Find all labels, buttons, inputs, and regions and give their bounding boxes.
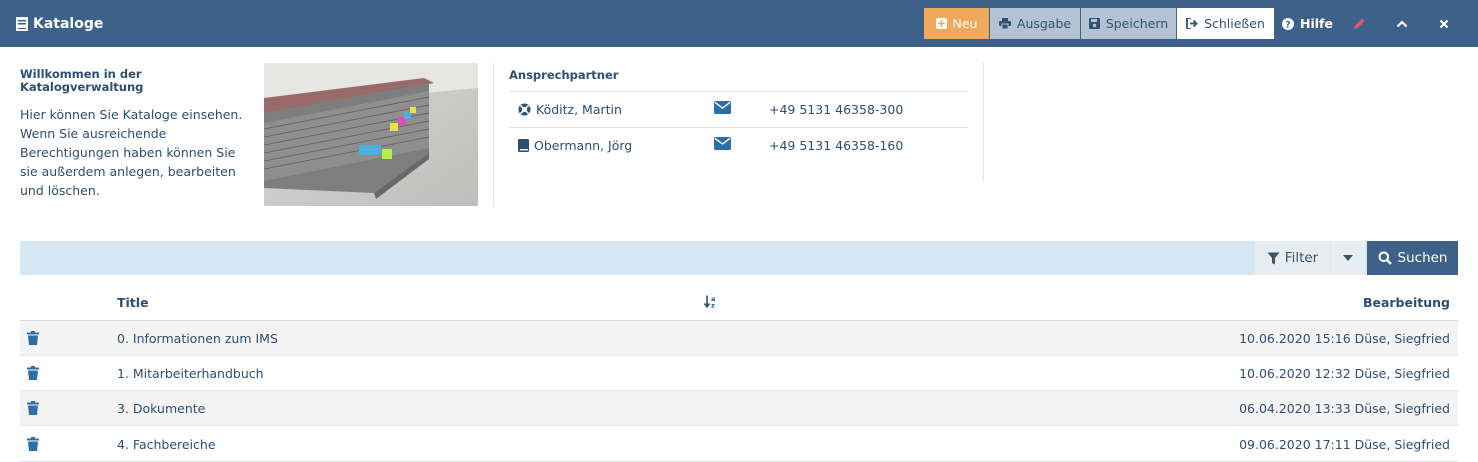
section-divider (493, 63, 494, 207)
new-button[interactable]: Neu (924, 8, 989, 39)
contact-phone: +49 5131 46358-300 (769, 102, 904, 117)
svg-text:z: z (711, 302, 715, 309)
delete-button[interactable] (27, 331, 39, 349)
column-header-edited[interactable]: Bearbeitung (1363, 295, 1450, 310)
row-edited: 06.04.2020 13:33 Düse, Siegfried (1239, 401, 1450, 416)
contact-row: Köditz, Martin +49 5131 46358-300 (509, 91, 968, 126)
mail-button[interactable] (714, 137, 731, 154)
intro-text: Hier können Sie Kataloge einsehen. Wenn … (20, 107, 243, 198)
app-title: Kataloge (16, 0, 103, 47)
close-button[interactable] (1432, 8, 1456, 39)
catalog-stack-image (264, 63, 478, 206)
search-button-label: Suchen (1397, 250, 1448, 266)
filter-button-label: Filter (1284, 250, 1319, 266)
envelope-icon (714, 137, 731, 150)
question-circle-icon: ? (1282, 17, 1295, 30)
row-title[interactable]: 4. Fachbereiche (117, 427, 216, 462)
pencil-icon (1353, 18, 1364, 29)
chevron-up-icon (1396, 19, 1408, 27)
close-icon (1439, 19, 1449, 28)
table-row[interactable]: 4. Fachbereiche 09.06.2020 17:11 Düse, S… (20, 427, 1458, 462)
row-title[interactable]: 1. Mitarbeiterhandbuch (117, 356, 264, 391)
lifebuoy-icon (518, 103, 531, 116)
contact-name: Obermann, Jörg (518, 128, 632, 163)
save-button-label: Speichern (1105, 16, 1169, 31)
sort-toggle[interactable]: az (703, 295, 718, 312)
header-bar: Kataloge Neu Ausgabe Speichern Schließen… (0, 0, 1478, 47)
search-button[interactable]: Suchen (1367, 241, 1458, 275)
contacts-title: Ansprechpartner (509, 68, 619, 82)
close-view-button-label: Schließen (1204, 16, 1265, 31)
table-row[interactable]: 3. Dokumente 06.04.2020 13:33 Düse, Sieg… (20, 391, 1458, 426)
help-button[interactable]: ? Hilfe (1280, 8, 1335, 39)
book-icon (518, 139, 529, 152)
search-icon (1378, 251, 1392, 265)
mail-button[interactable] (714, 101, 731, 118)
section-divider (983, 63, 984, 181)
row-edited: 10.06.2020 15:16 Düse, Siegfried (1239, 331, 1450, 346)
filter-bar (20, 241, 1458, 275)
contact-name-text: Köditz, Martin (536, 102, 622, 117)
sign-out-icon (1186, 18, 1198, 29)
trash-icon (27, 437, 39, 451)
filter-icon (1267, 252, 1280, 264)
table-row[interactable]: 0. Informationen zum IMS 10.06.2020 15:1… (20, 321, 1458, 356)
delete-button[interactable] (27, 437, 39, 455)
row-edited: 10.06.2020 12:32 Düse, Siegfried (1239, 366, 1450, 381)
contact-name-text: Obermann, Jörg (534, 138, 633, 153)
contact-phone: +49 5131 46358-160 (769, 138, 904, 153)
help-button-label: Hilfe (1300, 16, 1333, 31)
row-title[interactable]: 0. Informationen zum IMS (117, 321, 278, 356)
catalog-icon (16, 16, 28, 31)
output-button[interactable]: Ausgabe (990, 8, 1080, 39)
contact-name: Köditz, Martin (518, 92, 622, 127)
new-button-label: Neu (952, 16, 978, 31)
delete-button[interactable] (27, 366, 39, 384)
trash-icon (27, 401, 39, 415)
trash-icon (27, 331, 39, 345)
delete-button[interactable] (27, 401, 39, 419)
row-title[interactable]: 3. Dokumente (117, 391, 205, 426)
intro-heading: Willkommen in der Katalogverwaltung (20, 67, 144, 94)
filter-dropdown-toggle[interactable] (1331, 241, 1365, 275)
filter-button[interactable]: Filter (1255, 241, 1330, 275)
trash-icon (27, 366, 39, 380)
save-icon (1088, 18, 1100, 29)
print-icon (998, 18, 1011, 29)
envelope-icon (714, 101, 731, 114)
sort-alpha-icon: az (703, 295, 715, 310)
row-edited: 09.06.2020 17:11 Düse, Siegfried (1239, 437, 1450, 452)
app-title-text: Kataloge (33, 15, 104, 32)
caret-down-icon (1343, 255, 1353, 261)
collapse-button[interactable] (1390, 8, 1414, 39)
save-button[interactable]: Speichern (1081, 8, 1176, 39)
output-button-label: Ausgabe (1016, 16, 1072, 31)
close-view-button[interactable]: Schließen (1177, 8, 1274, 39)
plus-square-icon (935, 18, 947, 29)
contact-row: Obermann, Jörg +49 5131 46358-160 (509, 127, 968, 162)
edit-button[interactable] (1347, 8, 1371, 39)
svg-text:?: ? (1285, 20, 1290, 30)
column-header-title[interactable]: Title (117, 295, 149, 310)
table-row[interactable]: 1. Mitarbeiterhandbuch 10.06.2020 12:32 … (20, 356, 1458, 391)
